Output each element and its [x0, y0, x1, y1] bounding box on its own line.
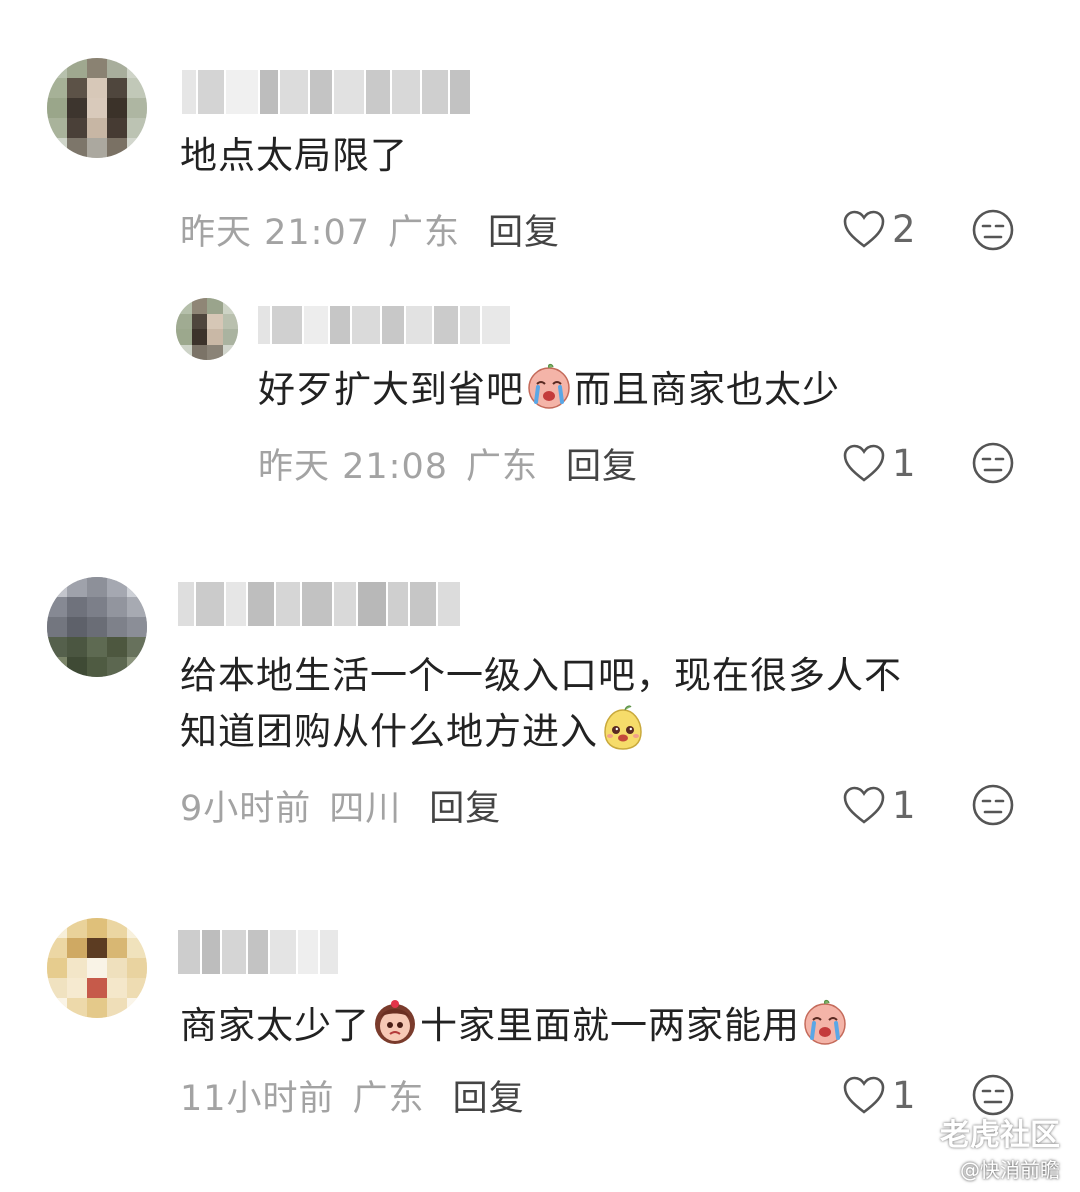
heart-icon — [843, 210, 885, 248]
crying-emoji — [804, 999, 846, 1045]
dislike-icon[interactable] — [971, 208, 1015, 252]
text-segment: 十家里面就一两家能用 — [420, 1004, 800, 1047]
like-button[interactable]: 2 — [842, 204, 916, 254]
watermark-brand-text: 老虎社区 — [940, 1118, 1060, 1153]
avatar[interactable] — [47, 918, 147, 1018]
smiling-pear-emoji — [604, 705, 642, 750]
watermark-author: @快消前瞻 — [960, 1158, 1060, 1182]
comment-text: 好歹扩大到省吧 而且商家也太少 — [258, 362, 840, 418]
location: 广东 — [466, 446, 539, 487]
like-count: 1 — [892, 783, 916, 827]
reply-button[interactable]: 回复 — [566, 438, 638, 489]
comment-text: 商家太少了 十家里面就一两家能用 — [180, 998, 850, 1054]
text-segment: 知道团购从什么地方进入 — [180, 710, 598, 753]
dislike-icon[interactable] — [971, 441, 1015, 485]
location: 四川 — [329, 788, 402, 829]
heart-icon — [843, 786, 885, 824]
comment-meta: 昨天 21:08 广东 回复 — [258, 438, 638, 488]
username-blurred[interactable] — [182, 70, 470, 114]
reply-button[interactable]: 回复 — [453, 1070, 525, 1121]
username-blurred[interactable] — [258, 306, 510, 344]
dislike-icon[interactable] — [971, 783, 1015, 827]
avatar[interactable] — [176, 298, 238, 360]
avatar[interactable] — [47, 58, 147, 158]
comment-meta: 昨天 21:07 广东 回复 — [180, 204, 560, 254]
text-segment: 好歹扩大到省吧 — [258, 368, 524, 411]
like-count: 2 — [892, 207, 916, 251]
avatar[interactable] — [47, 577, 147, 677]
comment-meta: 9小时前 四川 回复 — [180, 780, 501, 830]
reply-button[interactable]: 回复 — [429, 780, 501, 831]
text-line: 知道团购从什么地方进入 — [180, 704, 902, 760]
tiger-logo-icon — [899, 1116, 931, 1148]
heart-icon — [843, 1076, 885, 1114]
like-button[interactable]: 1 — [842, 438, 916, 488]
username-blurred[interactable] — [178, 582, 460, 626]
timestamp: 昨天 21:07 — [180, 212, 370, 253]
like-count: 1 — [892, 441, 916, 485]
location: 广东 — [352, 1078, 425, 1119]
sad-girl-emoji — [375, 1000, 415, 1044]
timestamp: 11小时前 — [180, 1078, 335, 1119]
location: 广东 — [388, 212, 461, 253]
like-button[interactable]: 1 — [842, 780, 916, 830]
text-segment: 而且商家也太少 — [574, 368, 840, 411]
comment-meta: 11小时前 广东 回复 — [180, 1070, 525, 1120]
username-blurred[interactable] — [178, 930, 338, 974]
text-line: 给本地生活一个一级入口吧，现在很多人不 — [180, 654, 902, 697]
timestamp: 9小时前 — [180, 788, 312, 829]
watermark-brand: 老虎社区 — [898, 1110, 1060, 1154]
comment-text: 给本地生活一个一级入口吧，现在很多人不 知道团购从什么地方进入 — [180, 648, 902, 760]
text-segment: 商家太少了 — [180, 1004, 370, 1047]
crying-emoji — [528, 363, 570, 409]
comment-text: 地点太局限了 — [180, 134, 408, 177]
heart-icon — [843, 444, 885, 482]
timestamp: 昨天 21:08 — [258, 446, 448, 487]
reply-button[interactable]: 回复 — [488, 204, 560, 255]
